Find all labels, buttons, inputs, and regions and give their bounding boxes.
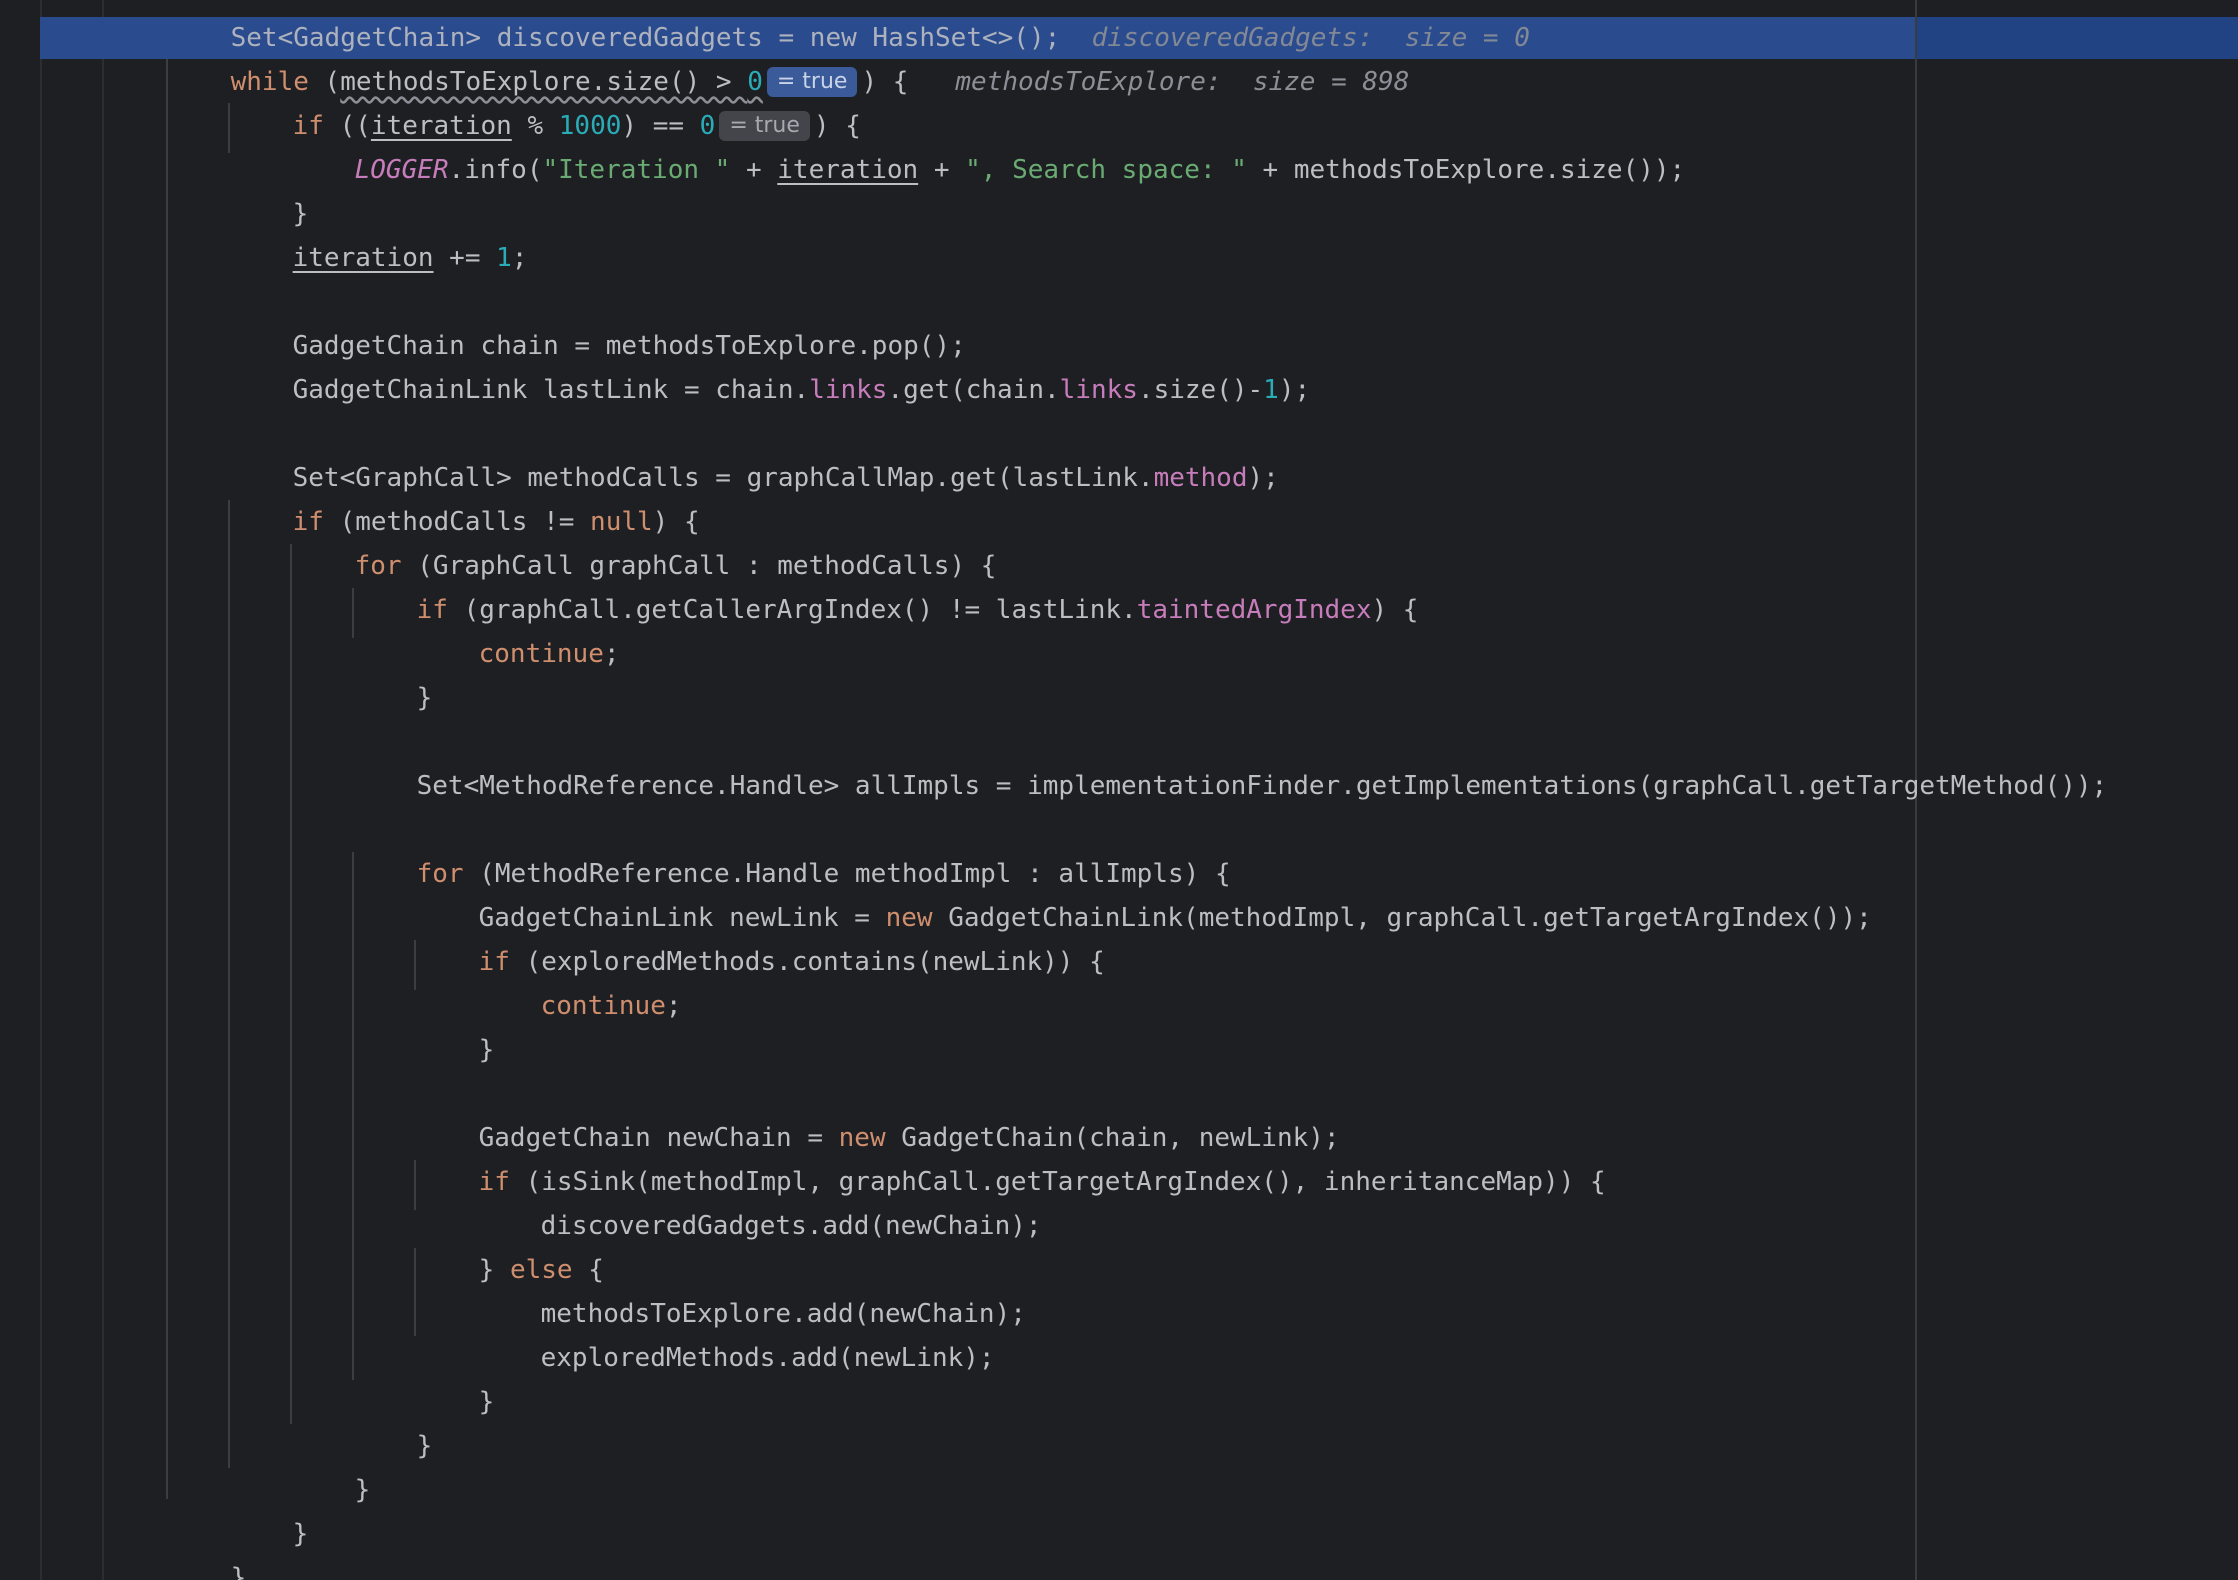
code-text: } <box>292 1519 309 1549</box>
code-text: ); <box>1247 463 1279 493</box>
variable-iteration: iteration <box>777 155 919 185</box>
code-line-close[interactable]: } <box>354 632 433 713</box>
code-text: ; <box>665 991 682 1021</box>
keyword: continue <box>540 991 666 1021</box>
code-line-close[interactable]: } <box>354 1380 433 1461</box>
code-text: .info( <box>448 155 543 185</box>
code-text: ) { <box>861 67 909 97</box>
code-text: ; <box>603 639 620 669</box>
code-text: GadgetChainLink lastLink = chain. <box>292 375 810 405</box>
code-text: += <box>433 243 497 273</box>
field-links: links <box>809 375 888 405</box>
editor-gutter[interactable] <box>0 0 40 1580</box>
code-line-iteration-increment[interactable]: iteration += 1; <box>230 192 528 273</box>
code-text: discoveredGadgets.add(newChain); <box>540 1211 1042 1241</box>
code-editor[interactable]: Set<GadgetChain> discoveredGadgets = new… <box>0 0 2238 1580</box>
code-line-add-gadget[interactable]: discoveredGadgets.add(newChain); <box>478 1160 1042 1241</box>
code-line-if-explored[interactable]: if (exploredMethods.contains(newLink)) { <box>416 896 1105 977</box>
fold-separator <box>102 0 104 1580</box>
code-line-partial[interactable]: Set<GadgetChain> discoveredGadgets = new… <box>168 0 1530 53</box>
indent-guide <box>290 544 292 1424</box>
code-line-continue[interactable]: continue; <box>478 940 682 1021</box>
code-line-newlink[interactable]: GadgetChainLink newLink = new GadgetChai… <box>416 852 1872 933</box>
code-text: Set<MethodReference.Handle> allImpls = i… <box>416 771 2108 801</box>
code-line-for-impl[interactable]: for (MethodReference.Handle methodImpl :… <box>354 808 1231 889</box>
code-text: } <box>416 1431 433 1461</box>
field-links: links <box>1059 375 1138 405</box>
code-text: + <box>918 155 966 185</box>
indent-guide <box>166 59 168 1499</box>
code-line-if-iteration[interactable]: if ((iteration % 1000) == 0 = true) { <box>230 60 861 141</box>
code-line-allimpls[interactable]: Set<MethodReference.Handle> allImpls = i… <box>354 720 2108 801</box>
keyword: continue <box>478 639 604 669</box>
code-text: ) { <box>1371 595 1419 625</box>
code-line-logger[interactable]: LOGGER.info("Iteration " + iteration + "… <box>292 104 1686 185</box>
inline-value-hint: size = 898 <box>1252 67 1410 97</box>
code-text: } <box>354 1475 371 1505</box>
number-literal: 1 <box>1263 375 1279 405</box>
field-tainted-arg-index: taintedArgIndex <box>1136 595 1372 625</box>
code-line-chain[interactable]: GadgetChain chain = methodsToExplore.pop… <box>230 280 966 361</box>
execution-point-highlight-margin <box>1915 17 2238 59</box>
code-line-for-graphcall[interactable]: for (GraphCall graphCall : methodCalls) … <box>292 500 997 581</box>
gutter-separator <box>40 0 42 1580</box>
string-literal: ", Search space: " <box>965 155 1247 185</box>
code-text: .size()- <box>1137 375 1264 405</box>
code-text: + methodsToExplore.size()); <box>1246 155 1686 185</box>
field-method: method <box>1153 463 1248 493</box>
code-line-else[interactable]: } else { <box>416 1204 604 1285</box>
code-text: + <box>730 155 778 185</box>
code-text: ); <box>1278 375 1311 405</box>
code-text: .get(chain. <box>887 375 1060 405</box>
code-text: } <box>416 683 433 713</box>
code-line-newchain[interactable]: GadgetChain newChain = new GadgetChain(c… <box>416 1072 1340 1153</box>
code-line-if-sink[interactable]: if (isSink(methodImpl, graphCall.getTarg… <box>416 1116 1606 1197</box>
code-text: } <box>478 1387 495 1417</box>
inline-value-label: methodsToExplore: <box>955 67 1222 97</box>
indent-guide <box>228 500 230 1468</box>
code-line-close[interactable]: } <box>416 984 495 1065</box>
code-text: exploredMethods.add(newLink); <box>540 1343 995 1373</box>
code-line-if-argindex[interactable]: if (graphCall.getCallerArgIndex() != las… <box>354 544 1419 625</box>
code-line-add-explore[interactable]: methodsToExplore.add(newChain); <box>478 1248 1026 1329</box>
code-line-close[interactable]: } <box>230 1468 309 1549</box>
code-text: } <box>478 1035 495 1065</box>
variable-iteration: iteration <box>292 243 434 273</box>
string-literal: "Iteration " <box>542 155 731 185</box>
code-line-close[interactable]: } <box>230 148 309 229</box>
code-text: ; <box>511 243 528 273</box>
code-line-add-explored[interactable]: exploredMethods.add(newLink); <box>478 1292 995 1373</box>
code-text: } <box>230 1563 247 1580</box>
code-line-while[interactable]: while (methodsToExplore.size() > 0 = true… <box>168 16 1409 97</box>
code-line-close[interactable]: } <box>168 1512 247 1580</box>
code-line-close[interactable]: } <box>416 1336 495 1417</box>
code-line-lastlink[interactable]: GadgetChainLink lastLink = chain.links.g… <box>230 324 1311 405</box>
code-line-close[interactable]: } <box>292 1424 371 1505</box>
number-literal: 1 <box>496 243 512 273</box>
static-field: LOGGER <box>354 155 449 185</box>
code-line-continue[interactable]: continue; <box>416 588 620 669</box>
code-line-if-null[interactable]: if (methodCalls != null) { <box>230 456 700 537</box>
code-line-methodcalls[interactable]: Set<GraphCall> methodCalls = graphCallMa… <box>230 412 1279 493</box>
